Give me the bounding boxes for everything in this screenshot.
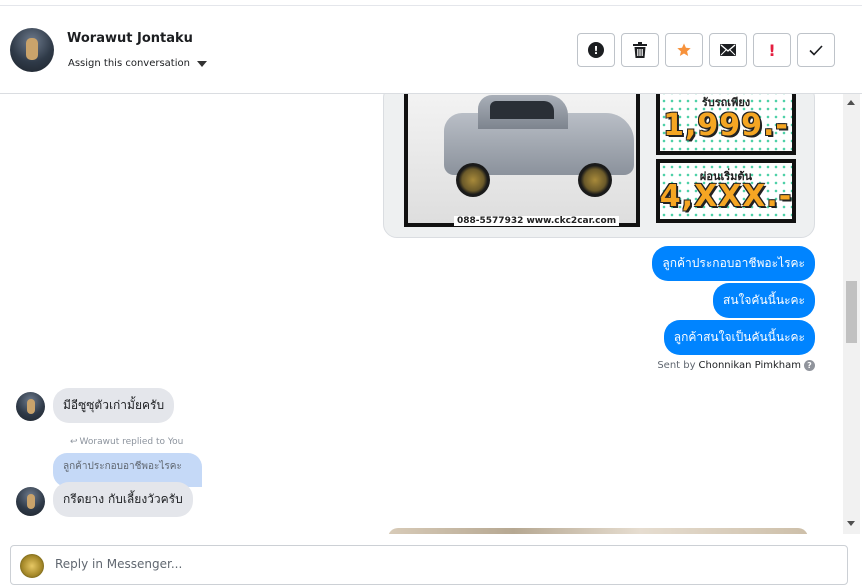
mark-unread-button[interactable]: [709, 33, 747, 67]
sent-by-note: Sent by Chonnikan Pimkham ?: [657, 360, 815, 371]
message-thread[interactable]: รับรถเพียง 1,999.- ผ่อนเริ่มต้น 4,XXX.- …: [0, 94, 843, 534]
car-wheel: [578, 163, 612, 197]
help-icon[interactable]: ?: [804, 360, 815, 371]
reply-arrow-icon: ↩: [70, 437, 78, 447]
assign-label: Assign this conversation: [68, 58, 190, 69]
sent-by-prefix: Sent by: [657, 360, 696, 371]
car-advert-image[interactable]: รับรถเพียง 1,999.- ผ่อนเริ่มต้น 4,XXX.- …: [383, 94, 815, 238]
price-panel: รับรถเพียง 1,999.-: [656, 94, 796, 155]
replied-note-text: Worawut replied to You: [79, 437, 184, 447]
installment-panel: ผ่อนเริ่มต้น 4,XXX.-: [656, 159, 796, 223]
contact-name[interactable]: Worawut Jontaku: [67, 31, 193, 46]
circle-exclamation-icon: !: [588, 42, 604, 58]
car-image-caption: 088-5577932 www.ckc2car.com: [454, 216, 620, 226]
envelope-icon: [720, 44, 736, 56]
price-label: รับรถเพียง: [701, 96, 751, 109]
scroll-down-arrow-icon[interactable]: [847, 521, 855, 526]
assign-conversation-dropdown[interactable]: Assign this conversation: [68, 58, 207, 69]
incoming-message[interactable]: กรีดยาง กับเลี้ยงวัวครับ: [53, 482, 193, 517]
contact-avatar-small[interactable]: [16, 487, 45, 516]
outgoing-message[interactable]: ลูกค้าประกอบอาชีพอะไรคะ: [652, 246, 815, 281]
sent-by-name: Chonnikan Pimkham: [698, 360, 801, 371]
spam-button[interactable]: !: [577, 33, 615, 67]
trash-icon: [633, 42, 647, 58]
car-wheel: [456, 163, 490, 197]
thread-scrollbar[interactable]: [843, 94, 860, 534]
caret-down-icon: [196, 60, 207, 67]
star-icon: [677, 43, 691, 56]
mark-important-button[interactable]: !: [753, 33, 791, 67]
partial-image-attachment[interactable]: [388, 528, 808, 534]
incoming-message[interactable]: มีอีซูซุตัวเก่ามั้ยครับ: [53, 388, 175, 423]
replied-note: ↩ Worawut replied to You: [70, 437, 183, 447]
outgoing-message[interactable]: สนใจคันนี้นะคะ: [713, 283, 815, 318]
scroll-up-arrow-icon[interactable]: [847, 100, 855, 105]
header-actions: ! !: [577, 33, 835, 67]
contact-avatar[interactable]: [10, 28, 54, 72]
conversation-header: Worawut Jontaku Assign this conversation…: [0, 6, 862, 94]
outgoing-message[interactable]: ลูกค้าสนใจเป็นคันนี้นะคะ: [663, 320, 815, 355]
page-avatar-icon: [20, 554, 44, 578]
check-icon: [809, 44, 823, 56]
installment-label: ผ่อนเริ่มต้น: [699, 170, 753, 183]
star-button[interactable]: [665, 33, 703, 67]
price-value: 1,999.-: [663, 107, 789, 143]
scroll-thumb[interactable]: [846, 281, 857, 343]
contact-avatar-small[interactable]: [16, 392, 45, 421]
reply-input[interactable]: [55, 557, 755, 571]
car-photo: [404, 94, 640, 227]
delete-button[interactable]: [621, 33, 659, 67]
reply-composer: [10, 545, 848, 585]
mark-done-button[interactable]: [797, 33, 835, 67]
exclamation-icon: !: [768, 40, 776, 60]
car-window-shape: [490, 101, 554, 119]
